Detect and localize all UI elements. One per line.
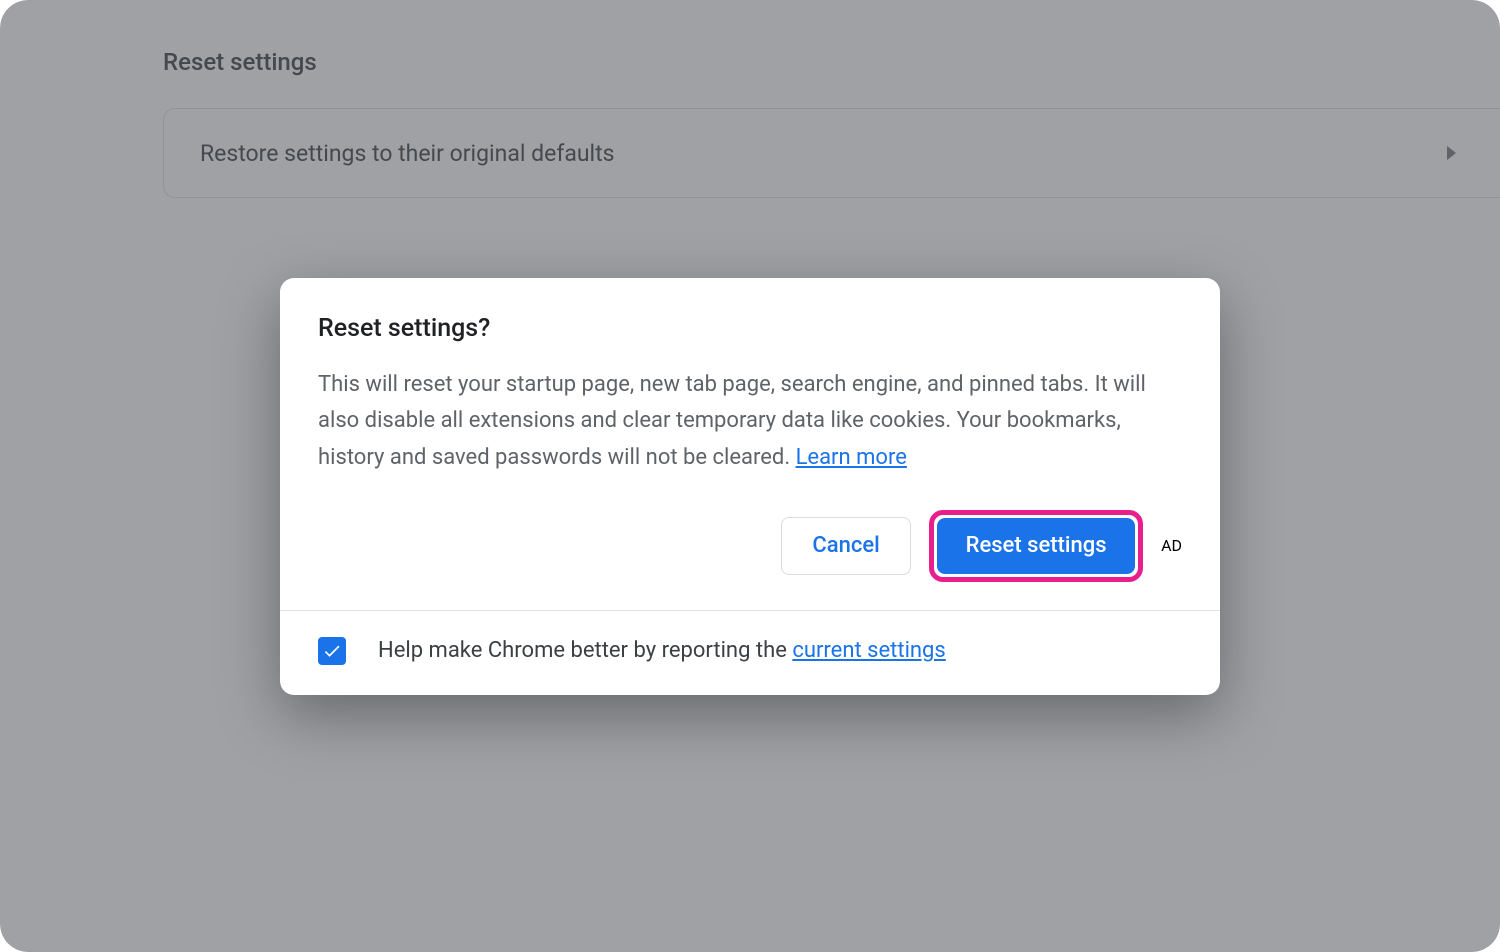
- settings-window: Reset settings Restore settings to their…: [0, 0, 1500, 952]
- highlight-annotation: Reset settings: [929, 510, 1143, 582]
- learn-more-link[interactable]: Learn more: [796, 445, 907, 470]
- dialog-body-text: This will reset your startup page, new t…: [318, 372, 1146, 470]
- dialog-content: Reset settings? This will reset your sta…: [280, 278, 1220, 610]
- reset-settings-dialog: Reset settings? This will reset your sta…: [280, 278, 1220, 695]
- dialog-body: This will reset your startup page, new t…: [318, 367, 1182, 476]
- checkmark-icon: [322, 641, 342, 661]
- dialog-footer: Help make Chrome better by reporting the…: [280, 610, 1220, 695]
- footer-text: Help make Chrome better by reporting the…: [378, 638, 946, 663]
- modal-overlay: Reset settings? This will reset your sta…: [0, 0, 1500, 952]
- current-settings-link[interactable]: current settings: [792, 638, 945, 663]
- reset-settings-button[interactable]: Reset settings: [937, 518, 1135, 574]
- footer-prefix: Help make Chrome better by reporting the: [378, 638, 792, 663]
- cancel-button[interactable]: Cancel: [781, 517, 911, 575]
- dialog-title: Reset settings?: [318, 314, 1182, 343]
- report-settings-checkbox[interactable]: [318, 637, 346, 665]
- dialog-actions: Cancel Reset settings AD: [318, 510, 1182, 582]
